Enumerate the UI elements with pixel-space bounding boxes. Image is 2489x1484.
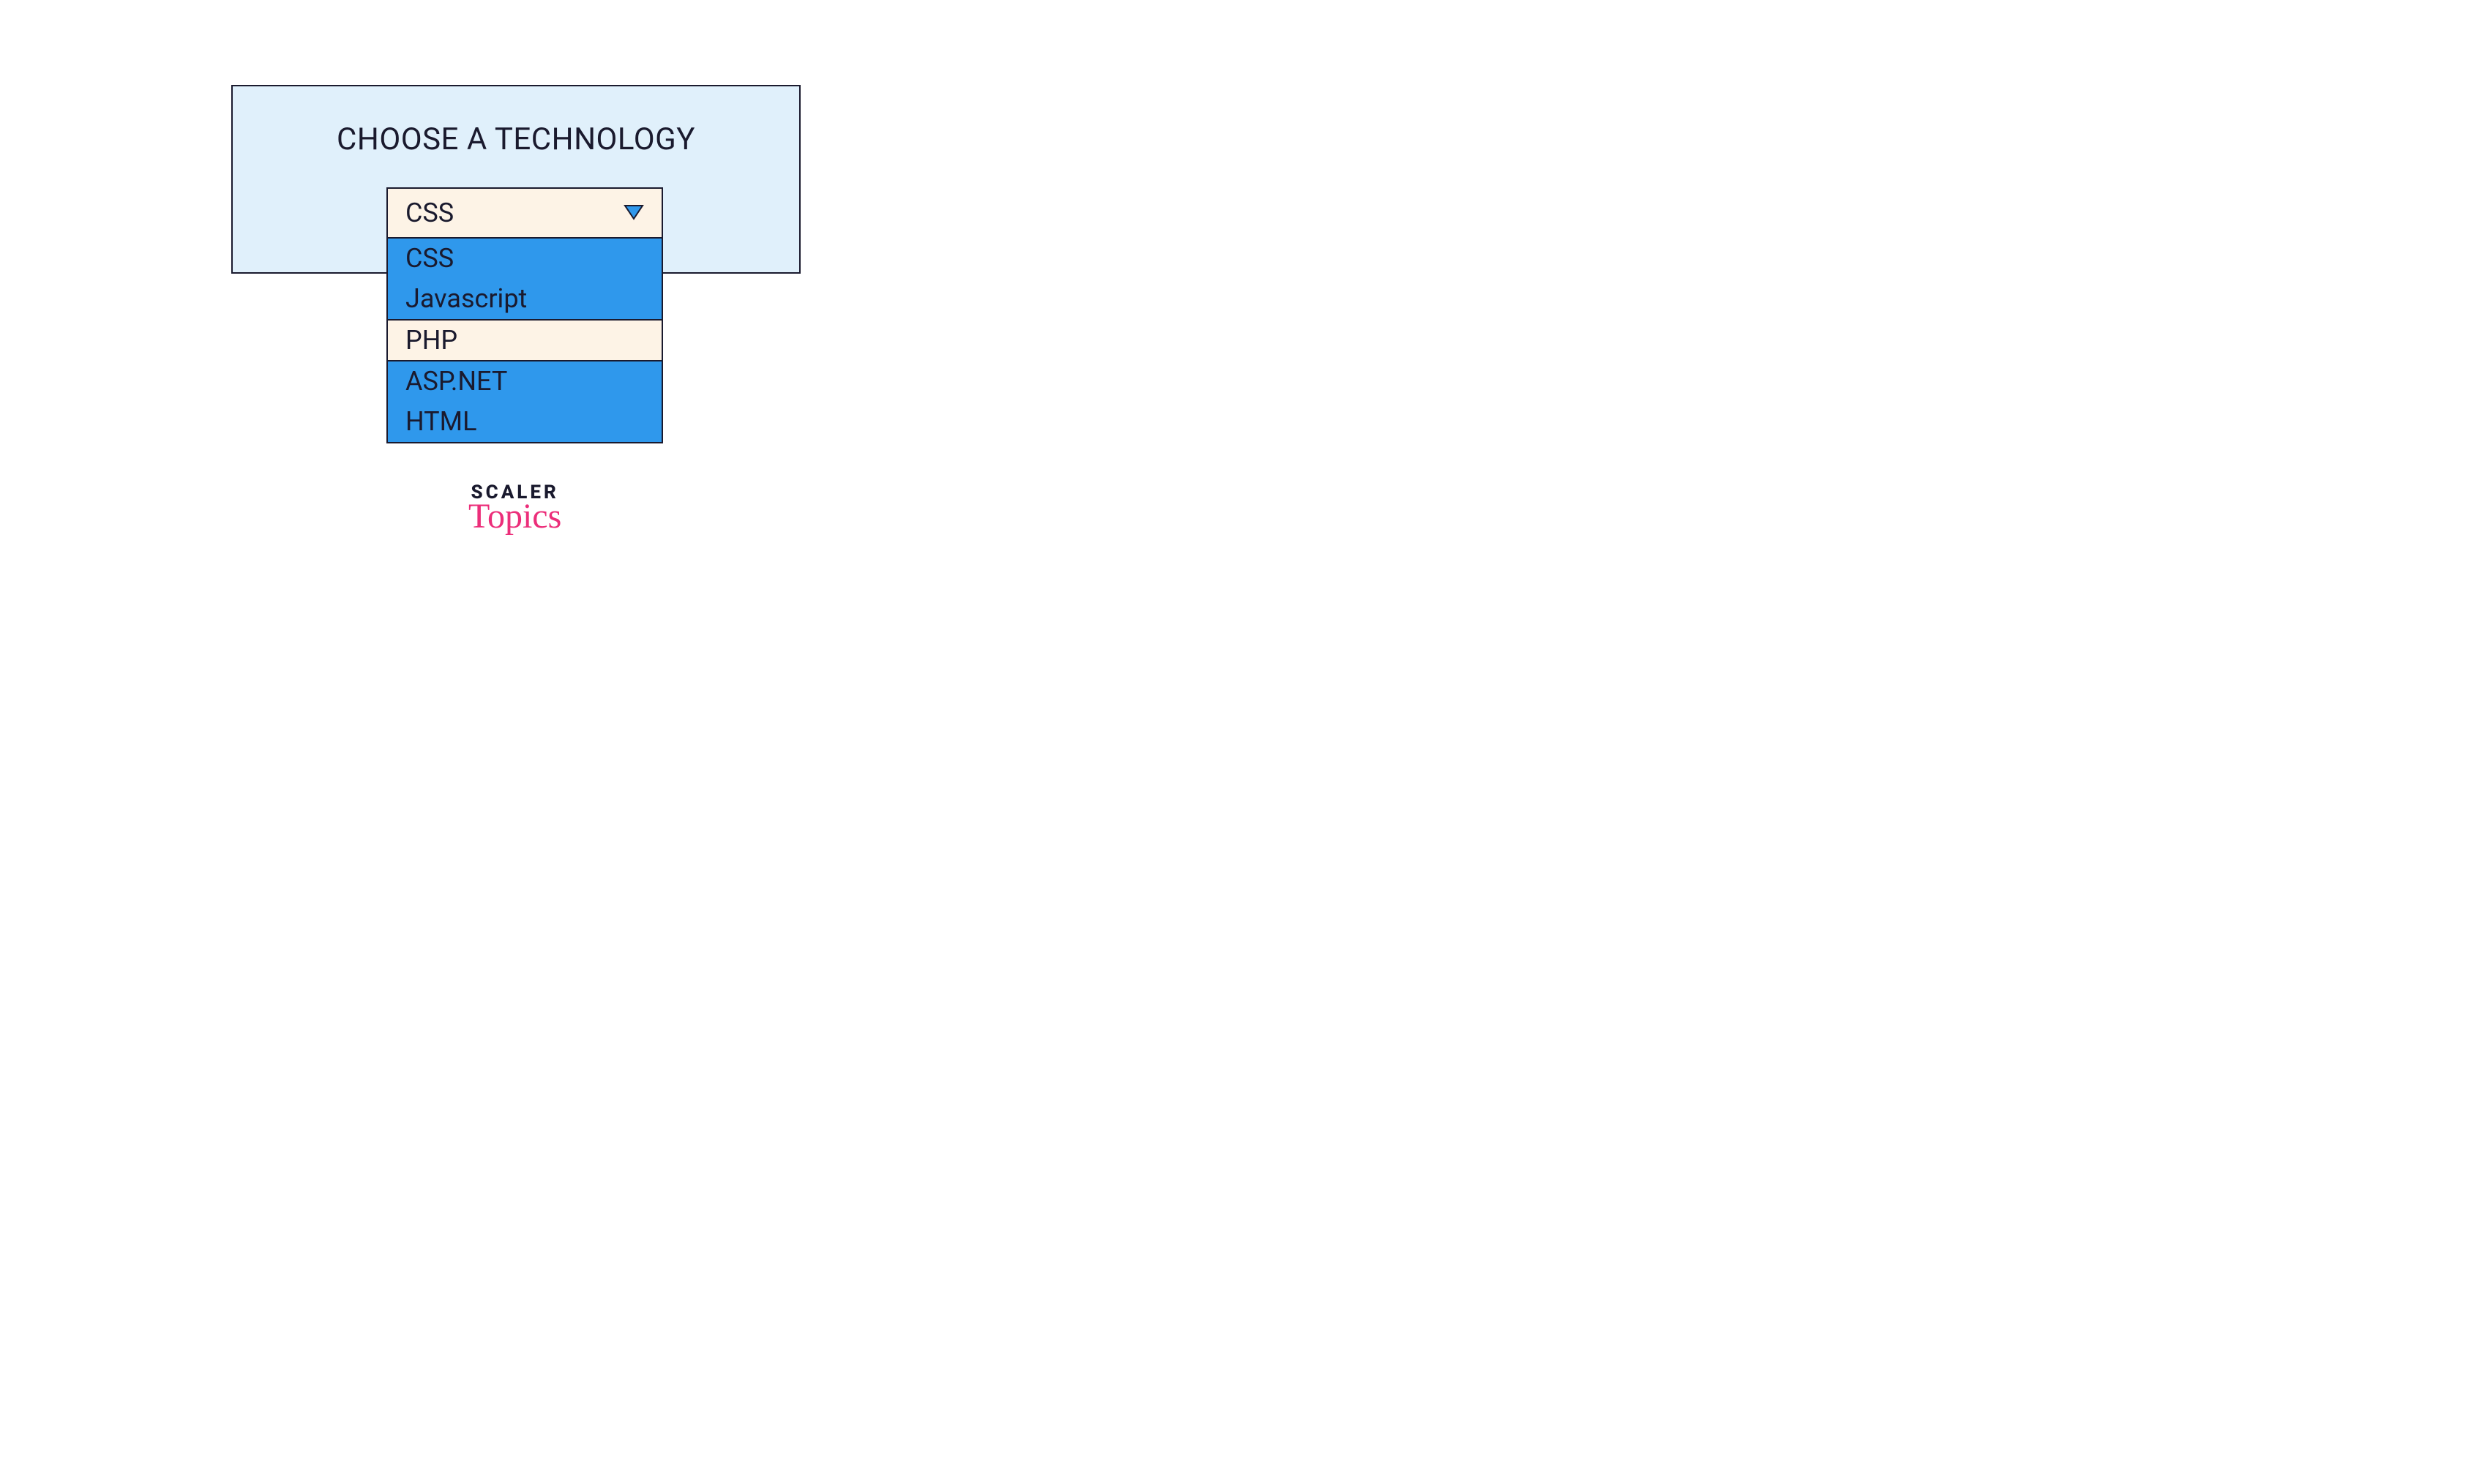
- dropdown-option-javascript[interactable]: Javascript: [388, 279, 662, 319]
- chevron-down-icon: [624, 204, 644, 222]
- dropdown-option-asp-net[interactable]: ASP.NET: [388, 361, 662, 402]
- scaler-topics-logo: SCALER Topics: [468, 481, 561, 534]
- dropdown-selected[interactable]: CSS: [388, 189, 662, 239]
- dropdown-option-css[interactable]: CSS: [388, 239, 662, 279]
- panel-title: CHOOSE A TECHNOLOGY: [233, 121, 799, 157]
- dropdown-option-html[interactable]: HTML: [388, 402, 662, 442]
- technology-dropdown[interactable]: CSS CSSJavascriptPHPASP.NETHTML: [386, 187, 663, 443]
- dropdown-option-php[interactable]: PHP: [388, 319, 662, 362]
- dropdown-selected-label: CSS: [405, 198, 454, 228]
- dropdown-list: CSSJavascriptPHPASP.NETHTML: [388, 239, 662, 442]
- logo-line-2: Topics: [468, 499, 561, 534]
